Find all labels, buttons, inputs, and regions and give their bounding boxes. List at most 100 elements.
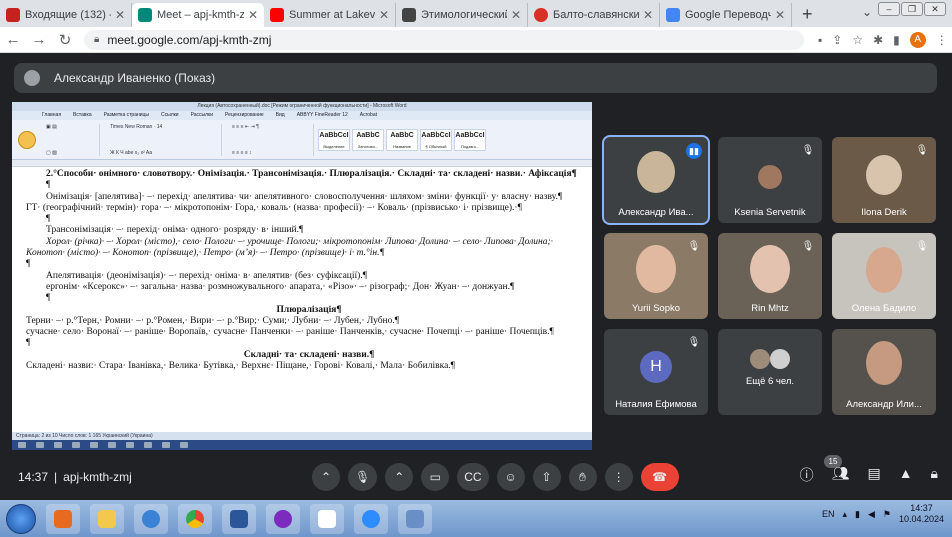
end-call-button[interactable]: ☎︎: [640, 463, 679, 491]
ribbon-tab[interactable]: Главная: [42, 111, 61, 120]
bookmark-star-icon[interactable]: ☆: [852, 33, 863, 47]
ribbon-tab[interactable]: Рассылки: [191, 111, 213, 120]
clock[interactable]: 14:37 10.04.2024: [899, 503, 944, 525]
browser-tab[interactable]: Входящие (132) - alexa ✕: [0, 3, 132, 27]
tray-arrow-icon[interactable]: ▴: [842, 509, 847, 520]
new-tab-button[interactable]: +: [792, 3, 823, 27]
language-indicator[interactable]: EN: [822, 509, 835, 519]
ribbon-tab[interactable]: Вид: [276, 111, 285, 120]
style-item[interactable]: AaBbCcI ¶ Обычный: [420, 128, 452, 151]
extensions-icon[interactable]: ✱: [873, 33, 883, 47]
taskbar-app[interactable]: [90, 503, 124, 534]
taskbar-app[interactable]: [222, 503, 256, 534]
browser-tab-active[interactable]: Meet – apj-kmth-zmj ✕: [132, 3, 264, 27]
camera-button[interactable]: ▭: [421, 463, 450, 491]
taskbar-app[interactable]: [266, 503, 300, 534]
participant-tile[interactable]: 🎙︎ Ksenia Servetnik: [718, 137, 822, 223]
more-participants-tile[interactable]: Ещё 6 чел.: [718, 329, 822, 415]
taskbar-app[interactable]: [354, 503, 388, 534]
meeting-code: apj-kmth-zmj: [63, 469, 132, 484]
style-name: Подзаго...: [460, 143, 480, 149]
close-icon[interactable]: ✕: [775, 8, 785, 22]
style-item[interactable]: AaBbCcI Выделение: [318, 128, 350, 151]
participant-tile[interactable]: 🎙︎ Yurii Sopko: [604, 233, 708, 319]
office-button-icon[interactable]: [18, 130, 36, 149]
camera-icon[interactable]: ▪: [818, 33, 822, 47]
menu-icon[interactable]: ⋮: [936, 33, 948, 47]
doc-heading: 2.°Способи· онімного· словотвору.· Онімі…: [46, 169, 577, 179]
ribbon-tab[interactable]: Ссылки: [161, 111, 179, 120]
flag-icon[interactable]: ⚑: [883, 509, 891, 520]
chat-icon[interactable]: ▤: [867, 465, 880, 485]
browser-tab[interactable]: Этимологический сло ✕: [396, 3, 528, 27]
start-button[interactable]: [6, 503, 36, 534]
participant-tile[interactable]: 🎙︎ Rin Mhtz: [718, 233, 822, 319]
ribbon-tab[interactable]: Рецензирование: [225, 111, 264, 120]
participant-name: Александр Или...: [846, 399, 922, 410]
taskbar-app[interactable]: [178, 503, 212, 534]
participant-name: Ksenia Servetnik: [734, 207, 806, 218]
style-item[interactable]: AaBbCcI Подзаго...: [454, 128, 486, 151]
reload-icon[interactable]: ↻: [52, 31, 78, 49]
more-options-button[interactable]: ⋮: [604, 463, 633, 491]
share-icon[interactable]: ⇪: [832, 33, 842, 47]
url-input[interactable]: 🔒︎ meet.google.com/apj-kmth-zmj: [84, 29, 804, 50]
host-controls-icon[interactable]: 🔒︎: [931, 465, 938, 485]
emoji-button[interactable]: ☺: [496, 463, 525, 491]
sidepanel-icon[interactable]: ▮: [893, 33, 900, 47]
people-icon[interactable]: 👥︎: [832, 465, 850, 485]
shared-screen[interactable]: Лекция (Автосохраненный).doc [Режим огра…: [12, 102, 592, 450]
minimize-icon[interactable]: –: [878, 2, 900, 16]
taskbar-app[interactable]: [46, 503, 80, 534]
participant-tile[interactable]: Александр Или...: [832, 329, 936, 415]
forward-icon[interactable]: →: [26, 31, 52, 48]
profile-avatar[interactable]: A: [909, 31, 926, 48]
font-name-box[interactable]: Times New Roman: [110, 124, 152, 130]
close-icon[interactable]: ✕: [379, 8, 389, 22]
participant-tile[interactable]: 🎙︎ Олена Бадило: [832, 233, 936, 319]
captions-button[interactable]: CC: [457, 463, 489, 491]
close-icon[interactable]: ✕: [643, 8, 653, 22]
browser-tab[interactable]: Google Переводчик ✕: [660, 3, 792, 27]
font-group: Times New Roman · 14 Ж К Ч abe x₂ x² Aa: [104, 123, 222, 156]
font-size-box[interactable]: 14: [157, 124, 163, 130]
info-icon[interactable]: ⓘ: [800, 465, 814, 485]
style-preview: AaBbCcI: [421, 131, 451, 139]
taskbar-app[interactable]: [310, 503, 344, 534]
mic-off-icon: 🎙︎: [801, 145, 815, 156]
ribbon-tab[interactable]: Вставка: [73, 111, 92, 120]
close-icon[interactable]: ✕: [248, 8, 258, 22]
participant-tile[interactable]: Н 🎙︎ Наталия Ефимова: [604, 329, 708, 415]
ribbon-tab[interactable]: ABBYY FineReader 12: [297, 111, 348, 120]
style-item[interactable]: AaBbC Название: [386, 128, 418, 151]
close-icon[interactable]: ✕: [511, 8, 521, 22]
taskbar-app[interactable]: [398, 503, 432, 534]
tab-title: Summer at Lakeview M: [289, 9, 375, 21]
volume-icon[interactable]: ◀︎: [868, 509, 875, 520]
browser-tab[interactable]: Балто-славянские иссл ✕: [528, 3, 660, 27]
participant-tile[interactable]: 🎙︎ Ilona Derik: [832, 137, 936, 223]
close-icon[interactable]: ✕: [115, 8, 125, 22]
tab-search-icon[interactable]: ⌄: [862, 5, 872, 19]
document-body[interactable]: 2.°Способи· онімного· словотвору.· Онімі…: [26, 169, 592, 431]
participant-video: [758, 165, 782, 189]
browser-tab[interactable]: Summer at Lakeview M ✕: [264, 3, 396, 27]
audio-options-button[interactable]: ⌃: [312, 463, 340, 491]
network-icon[interactable]: ▮: [855, 509, 860, 520]
raise-hand-button[interactable]: ✋︎: [568, 463, 597, 491]
ribbon-tab[interactable]: Разметка страницы: [104, 111, 149, 120]
video-options-button[interactable]: ⌃: [385, 463, 414, 491]
restore-icon[interactable]: ❐: [901, 2, 923, 16]
back-icon[interactable]: ←: [0, 31, 26, 48]
participant-tile[interactable]: ▮▮ Александр Ива...: [602, 135, 710, 225]
present-button[interactable]: ⇧: [532, 463, 561, 491]
mic-button[interactable]: 🎙︎: [348, 463, 378, 491]
taskbar-app[interactable]: [134, 503, 168, 534]
lock-icon[interactable]: 🔒︎: [94, 34, 99, 45]
ribbon-tab[interactable]: Acrobat: [360, 111, 377, 120]
doc-line: ергонім· «Ксерокс»· –· загальна· назва· …: [46, 281, 515, 292]
activities-icon[interactable]: ▲: [899, 465, 913, 485]
close-window-icon[interactable]: ✕: [924, 2, 946, 16]
style-item[interactable]: AaBbC Заголово...: [352, 128, 384, 151]
gmail-icon: [6, 8, 20, 22]
